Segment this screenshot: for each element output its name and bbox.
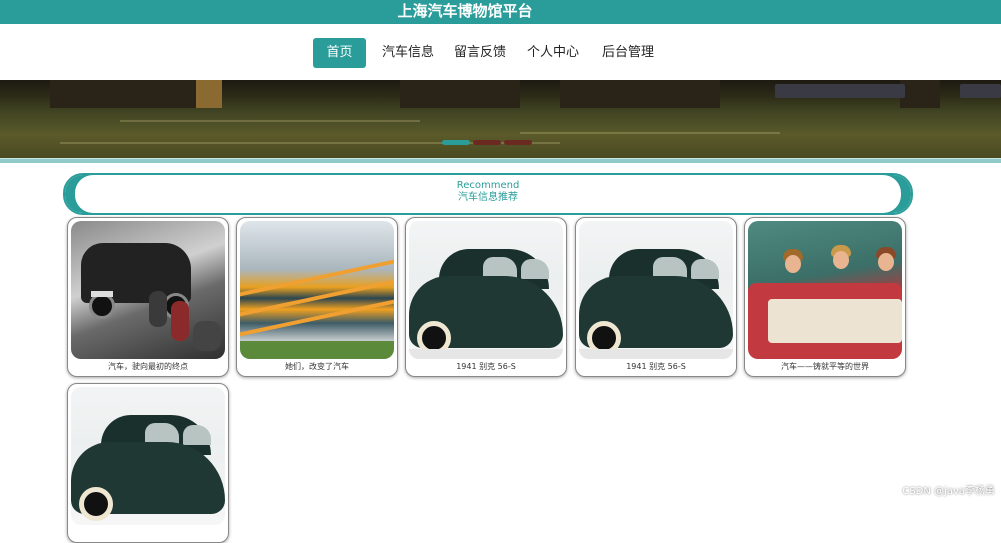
card-caption: 汽车，驶向最初的终点	[108, 362, 188, 371]
nav-item-admin[interactable]: 后台管理	[596, 38, 660, 68]
card-caption: 汽车——铸就平等的世界	[781, 362, 869, 371]
card-caption: 1941 别克 56-S	[456, 362, 516, 371]
card-caption: 1941 别克 56-S	[626, 362, 686, 371]
car-card[interactable]: 汽车，驶向最初的终点	[67, 217, 229, 377]
card-image[interactable]	[240, 221, 394, 359]
recommend-title-en: Recommend	[456, 180, 520, 191]
banner-carousel[interactable]	[0, 80, 1001, 158]
nav-item-car-info[interactable]: 汽车信息	[377, 38, 439, 68]
recommend-header: Recommend 汽车信息推荐	[63, 173, 913, 215]
top-title-bar: 上海汽车博物馆平台	[0, 0, 1001, 24]
card-image[interactable]	[71, 221, 225, 359]
car-card[interactable]: 她们，改变了汽车	[236, 217, 398, 377]
nav-item-personal-center[interactable]: 个人中心	[522, 38, 584, 68]
banner-divider	[0, 158, 1001, 163]
carousel-dot-3[interactable]	[504, 140, 532, 145]
nav-item-home[interactable]: 首页	[313, 38, 366, 68]
card-image[interactable]	[748, 221, 902, 359]
main-nav: 首页 汽车信息 留言反馈 个人中心 后台管理	[0, 24, 1001, 80]
card-image[interactable]	[579, 221, 733, 359]
car-card[interactable]	[67, 383, 229, 543]
card-caption: 她们，改变了汽车	[285, 362, 349, 371]
watermark: CSDN @java李杨勇	[902, 486, 995, 497]
car-card[interactable]: 1941 别克 56-S	[405, 217, 567, 377]
car-card[interactable]: 1941 别克 56-S	[575, 217, 737, 377]
nav-item-feedback[interactable]: 留言反馈	[449, 38, 511, 68]
carousel-dot-1[interactable]	[442, 140, 470, 145]
car-card[interactable]: 汽车——铸就平等的世界	[744, 217, 906, 377]
site-title: 上海汽车博物馆平台	[397, 2, 533, 20]
card-image[interactable]	[71, 387, 225, 525]
carousel-dot-2[interactable]	[473, 140, 501, 145]
card-image[interactable]	[409, 221, 563, 359]
recommend-title-cn: 汽车信息推荐	[458, 192, 518, 203]
